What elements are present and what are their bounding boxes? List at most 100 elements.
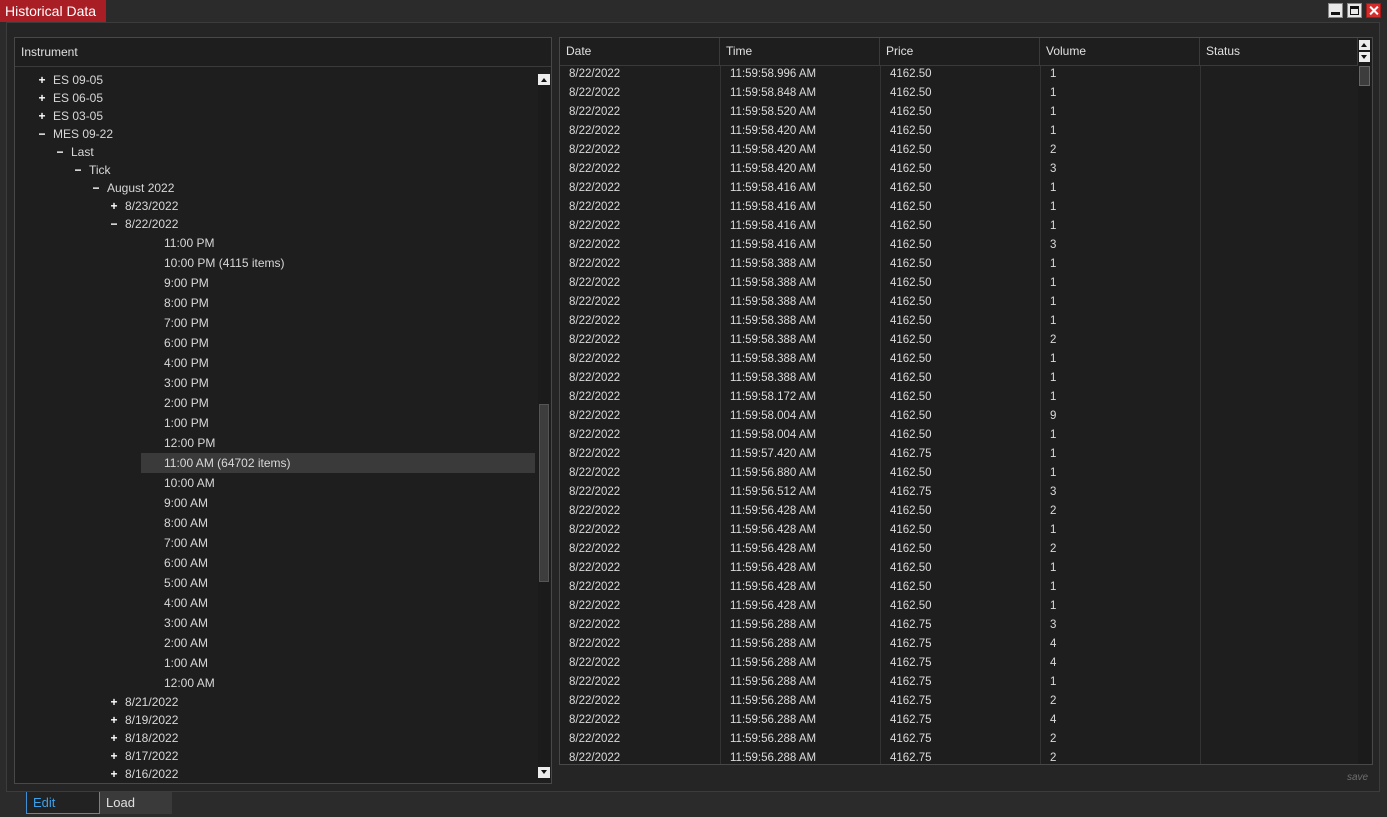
tree-hour-node[interactable]: 7:00 PM [15,313,535,333]
tree-node[interactable]: +8/17/2022 [15,747,535,765]
tree-hour-node[interactable]: 6:00 AM [15,553,535,573]
tab-edit[interactable]: Edit [26,792,100,814]
tree-hour-node[interactable]: 12:00 PM [15,433,535,453]
tree-hour-node[interactable]: 11:00 PM [15,233,535,253]
collapse-icon[interactable]: − [37,125,47,143]
table-row[interactable]: 8/22/2022 11:59:56.288 AM 4162.75 1 [560,673,1358,692]
save-hint[interactable]: save [1347,772,1368,783]
table-row[interactable]: 8/22/2022 11:59:58.416 AM 4162.50 1 [560,179,1358,198]
scroll-down-arrow-icon[interactable] [538,767,550,778]
tree-hour-node[interactable]: 2:00 AM [15,633,535,653]
tree-hour-node[interactable]: 10:00 PM (4115 items) [15,253,535,273]
tree-hour-node[interactable]: 1:00 PM [15,413,535,433]
table-row[interactable]: 8/22/2022 11:59:56.428 AM 4162.50 1 [560,578,1358,597]
table-row[interactable]: 8/22/2022 11:59:58.004 AM 4162.50 1 [560,426,1358,445]
table-row[interactable]: 8/22/2022 11:59:58.420 AM 4162.50 2 [560,141,1358,160]
tree-node[interactable]: +8/19/2022 [15,711,535,729]
table-row[interactable]: 8/22/2022 11:59:56.428 AM 4162.50 1 [560,597,1358,616]
close-icon[interactable] [1366,3,1381,18]
table-row[interactable]: 8/22/2022 11:59:58.420 AM 4162.50 3 [560,160,1358,179]
table-row[interactable]: 8/22/2022 11:59:58.388 AM 4162.50 1 [560,350,1358,369]
tree-hour-node[interactable]: 8:00 PM [15,293,535,313]
tree-hour-node[interactable]: 11:00 AM (64702 items) [141,453,535,473]
scroll-up-arrow-icon[interactable] [538,74,550,85]
scroll-up-arrow-icon[interactable] [1359,40,1370,50]
expand-icon[interactable]: + [109,197,119,215]
scroll-down-arrow-icon[interactable] [1359,52,1370,62]
tree-hour-node[interactable]: 9:00 AM [15,493,535,513]
table-row[interactable]: 8/22/2022 11:59:56.288 AM 4162.75 2 [560,749,1358,764]
tree-hour-node[interactable]: 4:00 AM [15,593,535,613]
table-row[interactable]: 8/22/2022 11:59:58.388 AM 4162.50 1 [560,293,1358,312]
table-row[interactable]: 8/22/2022 11:59:56.428 AM 4162.50 1 [560,521,1358,540]
tree-hour-node[interactable]: 7:00 AM [15,533,535,553]
tree-node[interactable]: +8/21/2022 [15,693,535,711]
tree-hour-node[interactable]: 2:00 PM [15,393,535,413]
expand-icon[interactable]: + [109,693,119,711]
column-header-price[interactable]: Price [880,38,1040,65]
tree-node[interactable]: +8/18/2022 [15,729,535,747]
collapse-icon[interactable]: − [73,161,83,179]
collapse-icon[interactable]: − [55,143,65,161]
tree-hour-node[interactable]: 8:00 AM [15,513,535,533]
tree-node[interactable]: − MES 09-22 [15,125,535,143]
table-row[interactable]: 8/22/2022 11:59:56.288 AM 4162.75 4 [560,654,1358,673]
scroll-thumb[interactable] [539,404,549,582]
table-row[interactable]: 8/22/2022 11:59:58.388 AM 4162.50 1 [560,369,1358,388]
table-row[interactable]: 8/22/2022 11:59:58.004 AM 4162.50 9 [560,407,1358,426]
column-header-date[interactable]: Date [560,38,720,65]
table-row[interactable]: 8/22/2022 11:59:58.416 AM 4162.50 1 [560,217,1358,236]
table-row[interactable]: 8/22/2022 11:59:58.848 AM 4162.50 1 [560,84,1358,103]
table-row[interactable]: 8/22/2022 11:59:58.416 AM 4162.50 3 [560,236,1358,255]
grid-scrollbar[interactable] [1358,38,1371,764]
table-row[interactable]: 8/22/2022 11:59:56.428 AM 4162.50 1 [560,559,1358,578]
expand-icon[interactable]: + [109,747,119,765]
column-header-status[interactable]: Status [1200,38,1358,65]
expand-icon[interactable]: + [109,729,119,747]
tree-hour-node[interactable]: 6:00 PM [15,333,535,353]
table-row[interactable]: 8/22/2022 11:59:58.996 AM 4162.50 1 [560,66,1358,84]
tree-node[interactable]: +8/16/2022 [15,765,535,783]
table-row[interactable]: 8/22/2022 11:59:56.288 AM 4162.75 2 [560,692,1358,711]
tree-node[interactable]: − Last [15,143,535,161]
table-row[interactable]: 8/22/2022 11:59:56.428 AM 4162.50 2 [560,540,1358,559]
tree-hour-node[interactable]: 3:00 PM [15,373,535,393]
table-row[interactable]: 8/22/2022 11:59:56.512 AM 4162.75 3 [560,483,1358,502]
expand-icon[interactable]: + [37,71,47,89]
tree-node[interactable]: +8/23/2022 [15,197,535,215]
table-row[interactable]: 8/22/2022 11:59:58.388 AM 4162.50 1 [560,274,1358,293]
collapse-icon[interactable]: − [91,179,101,197]
table-row[interactable]: 8/22/2022 11:59:57.420 AM 4162.75 1 [560,445,1358,464]
tree-node[interactable]: + ES 03-05 [15,107,535,125]
table-row[interactable]: 8/22/2022 11:59:56.288 AM 4162.75 4 [560,635,1358,654]
table-row[interactable]: 8/22/2022 11:59:56.288 AM 4162.75 2 [560,730,1358,749]
table-row[interactable]: 8/22/2022 11:59:56.288 AM 4162.75 4 [560,711,1358,730]
table-row[interactable]: 8/22/2022 11:59:58.172 AM 4162.50 1 [560,388,1358,407]
tree-hour-node[interactable]: 10:00 AM [15,473,535,493]
tree-node[interactable]: − Tick [15,161,535,179]
expand-icon[interactable]: + [109,711,119,729]
table-row[interactable]: 8/22/2022 11:59:58.388 AM 4162.50 1 [560,255,1358,274]
table-row[interactable]: 8/22/2022 11:59:56.428 AM 4162.50 2 [560,502,1358,521]
scroll-thumb[interactable] [1359,66,1370,86]
tree-node[interactable]: + ES 06-05 [15,89,535,107]
tree-hour-node[interactable]: 12:00 AM [15,673,535,693]
tab-load[interactable]: Load [100,792,172,814]
table-row[interactable]: 8/22/2022 11:59:58.420 AM 4162.50 1 [560,122,1358,141]
tree-hour-node[interactable]: 9:00 PM [15,273,535,293]
table-row[interactable]: 8/22/2022 11:59:56.288 AM 4162.75 3 [560,616,1358,635]
tree-node[interactable]: + ES 09-05 [15,71,535,89]
tree-hour-node[interactable]: 5:00 AM [15,573,535,593]
column-header-volume[interactable]: Volume [1040,38,1200,65]
tree-node[interactable]: − August 2022 [15,179,535,197]
tree-node[interactable]: −8/22/2022 [15,215,535,233]
expand-icon[interactable]: + [109,765,119,783]
table-row[interactable]: 8/22/2022 11:59:58.388 AM 4162.50 1 [560,312,1358,331]
table-row[interactable]: 8/22/2022 11:59:58.416 AM 4162.50 1 [560,198,1358,217]
tree-hour-node[interactable]: 3:00 AM [15,613,535,633]
expand-icon[interactable]: + [37,107,47,125]
expand-icon[interactable]: + [37,89,47,107]
tree-hour-node[interactable]: 4:00 PM [15,353,535,373]
tree-hour-node[interactable]: 1:00 AM [15,653,535,673]
collapse-icon[interactable]: − [109,215,119,233]
